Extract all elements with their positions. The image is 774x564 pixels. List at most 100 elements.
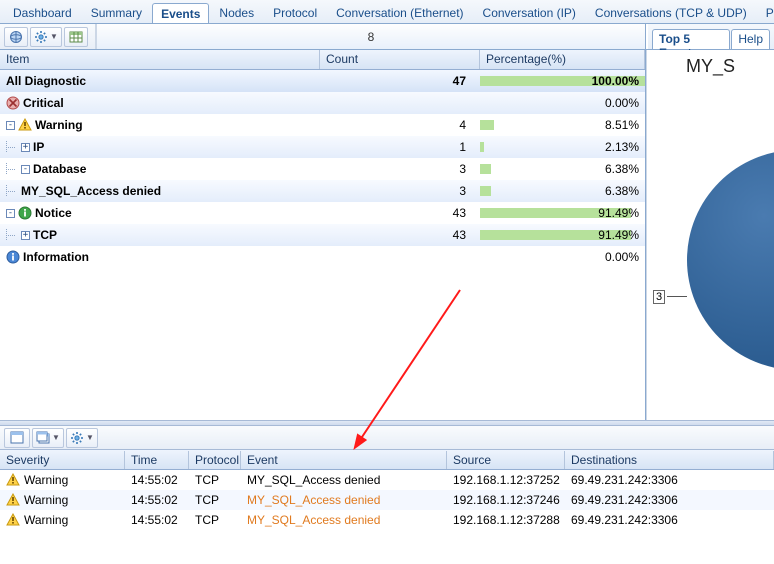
- tree-connector-icon: [6, 141, 18, 153]
- tree-count: 3: [320, 162, 480, 176]
- log-severity: Warning: [24, 493, 68, 507]
- tab-dashboard[interactable]: Dashboard: [4, 2, 81, 23]
- settings2-dropdown-button[interactable]: ▼: [66, 428, 98, 448]
- tree-count: 1: [320, 140, 480, 154]
- tab-nodes[interactable]: Nodes: [210, 2, 263, 23]
- window-stack-button[interactable]: ▼: [32, 428, 64, 448]
- pie-chart[interactable]: [687, 150, 774, 370]
- log-source: 192.168.1.12:37246: [447, 493, 565, 507]
- percentage-value: 0.00%: [480, 250, 645, 264]
- percentage-value: 91.49%: [480, 206, 645, 220]
- collapse-icon[interactable]: -: [6, 209, 15, 218]
- tree-item-label: IP: [33, 140, 44, 154]
- log-row[interactable]: Warning14:55:02TCPMY_SQL_Access denied19…: [0, 510, 774, 530]
- info-icon: [6, 250, 20, 264]
- log-row[interactable]: Warning 14:55:02TCPMY_SQL_Access denied19…: [0, 470, 774, 490]
- collapse-icon[interactable]: -: [6, 121, 15, 130]
- tree-count: 47: [320, 74, 480, 88]
- tab-packets[interactable]: Pack: [757, 2, 774, 23]
- collapse-icon[interactable]: -: [21, 165, 30, 174]
- tab-conv-tcpudp[interactable]: Conversations (TCP & UDP): [586, 2, 756, 23]
- event-log-table: Severity Time Protocol Event Source Dest…: [0, 450, 774, 530]
- log-source: 192.168.1.12:37288: [447, 513, 565, 527]
- tree-row[interactable]: -Warning48.51%: [0, 114, 645, 136]
- events-toolbar: ▼ 8 Top 5 Events Help: [0, 24, 774, 50]
- log-rows[interactable]: Warning14:55:02TCPMY_SQL_Access denied19…: [0, 470, 774, 530]
- log-protocol: TCP: [189, 473, 241, 487]
- percentage-value: 6.38%: [480, 162, 645, 176]
- tab-conv-ip[interactable]: Conversation (IP): [474, 2, 585, 23]
- log-destination: 69.49.231.242:3306: [565, 493, 774, 507]
- globe-button[interactable]: [4, 27, 28, 47]
- critical-icon: [6, 96, 20, 110]
- tree-item-label: MY_SQL_Access denied: [21, 184, 161, 198]
- notice-icon: [18, 206, 32, 220]
- percentage-value: 6.38%: [480, 184, 645, 198]
- col-item[interactable]: Item: [0, 50, 320, 69]
- expand-icon[interactable]: +: [21, 231, 30, 240]
- log-destination: 69.49.231.242:3306: [565, 513, 774, 527]
- chart-title: MY_S: [647, 50, 774, 77]
- warning-icon: [6, 513, 20, 527]
- tree-item-label: All Diagnostic: [6, 74, 86, 88]
- tree-row[interactable]: -Notice4391.49%: [0, 202, 645, 224]
- tree-item-label: Notice: [35, 206, 72, 220]
- tree-item-label: Warning: [35, 118, 83, 132]
- tree-row[interactable]: Critical0.00%: [0, 92, 645, 114]
- percentage-value: 0.00%: [480, 96, 645, 110]
- tree-row[interactable]: -Database 36.38%: [0, 158, 645, 180]
- col-event[interactable]: Event: [241, 451, 447, 469]
- tree-row[interactable]: All Diagnostic 47100.00%: [0, 70, 645, 92]
- main-area: Item Count Percentage(%) All Diagnostic 4…: [0, 50, 774, 420]
- tree-row[interactable]: +IP 12.13%: [0, 136, 645, 158]
- percentage-value: 2.13%: [480, 140, 645, 154]
- col-time[interactable]: Time: [125, 451, 189, 469]
- tree-item-label: Database: [33, 162, 86, 176]
- tree-connector-icon: [6, 229, 18, 241]
- col-percentage[interactable]: Percentage(%): [480, 50, 645, 69]
- tree-connector-icon: [6, 163, 18, 175]
- col-count[interactable]: Count: [320, 50, 480, 69]
- log-severity: Warning: [24, 513, 68, 527]
- toolbar-buttons: ▼: [0, 24, 96, 49]
- window-button[interactable]: [4, 428, 30, 448]
- tab-protocol[interactable]: Protocol: [264, 2, 326, 23]
- main-tabs: Dashboard Summary Events Nodes Protocol …: [0, 0, 774, 24]
- col-severity[interactable]: Severity: [0, 451, 125, 469]
- bottom-toolbar: ▼ ▼: [0, 426, 774, 450]
- col-protocol[interactable]: Protocol: [189, 451, 241, 469]
- col-source[interactable]: Source: [447, 451, 565, 469]
- table-view-button[interactable]: [64, 27, 88, 47]
- tree-row[interactable]: +TCP4391.49%: [0, 224, 645, 246]
- tree-row[interactable]: MY_SQL_Access denied 36.38%: [0, 180, 645, 202]
- settings-dropdown-button[interactable]: ▼: [30, 27, 62, 47]
- tree-count: 3: [320, 184, 480, 198]
- log-source: 192.168.1.12:37252: [447, 473, 565, 487]
- log-row[interactable]: Warning 14:55:02TCPMY_SQL_Access denied19…: [0, 490, 774, 510]
- percentage-value: 100.00%: [480, 74, 645, 88]
- tab-help[interactable]: Help: [731, 29, 770, 49]
- side-tabs: Top 5 Events Help: [648, 24, 774, 49]
- tab-events[interactable]: Events: [152, 3, 209, 24]
- log-event: MY_SQL_Access denied: [241, 493, 447, 507]
- tab-summary[interactable]: Summary: [82, 2, 151, 23]
- tab-conv-eth[interactable]: Conversation (Ethernet): [327, 2, 472, 23]
- tree-row[interactable]: Information0.00%: [0, 246, 645, 268]
- log-time: 14:55:02: [125, 493, 189, 507]
- log-time: 14:55:02: [125, 473, 189, 487]
- pie-slice-label: 3: [653, 290, 665, 304]
- log-severity: Warning: [24, 473, 68, 487]
- expand-icon[interactable]: +: [21, 143, 30, 152]
- tree-count: 43: [320, 228, 480, 242]
- log-time: 14:55:02: [125, 513, 189, 527]
- log-destination: 69.49.231.242:3306: [565, 473, 774, 487]
- chart-panel: MY_S 3: [646, 50, 774, 420]
- log-protocol: TCP: [189, 513, 241, 527]
- log-protocol: TCP: [189, 493, 241, 507]
- col-destinations[interactable]: Destinations: [565, 451, 774, 469]
- log-event: MY_SQL_Access denied: [241, 473, 447, 487]
- tree-rows[interactable]: All Diagnostic 47100.00% Critical0.00% - War…: [0, 70, 645, 420]
- tree-count: 4: [320, 118, 480, 132]
- tab-top5-events[interactable]: Top 5 Events: [652, 29, 730, 49]
- log-header: Severity Time Protocol Event Source Dest…: [0, 450, 774, 470]
